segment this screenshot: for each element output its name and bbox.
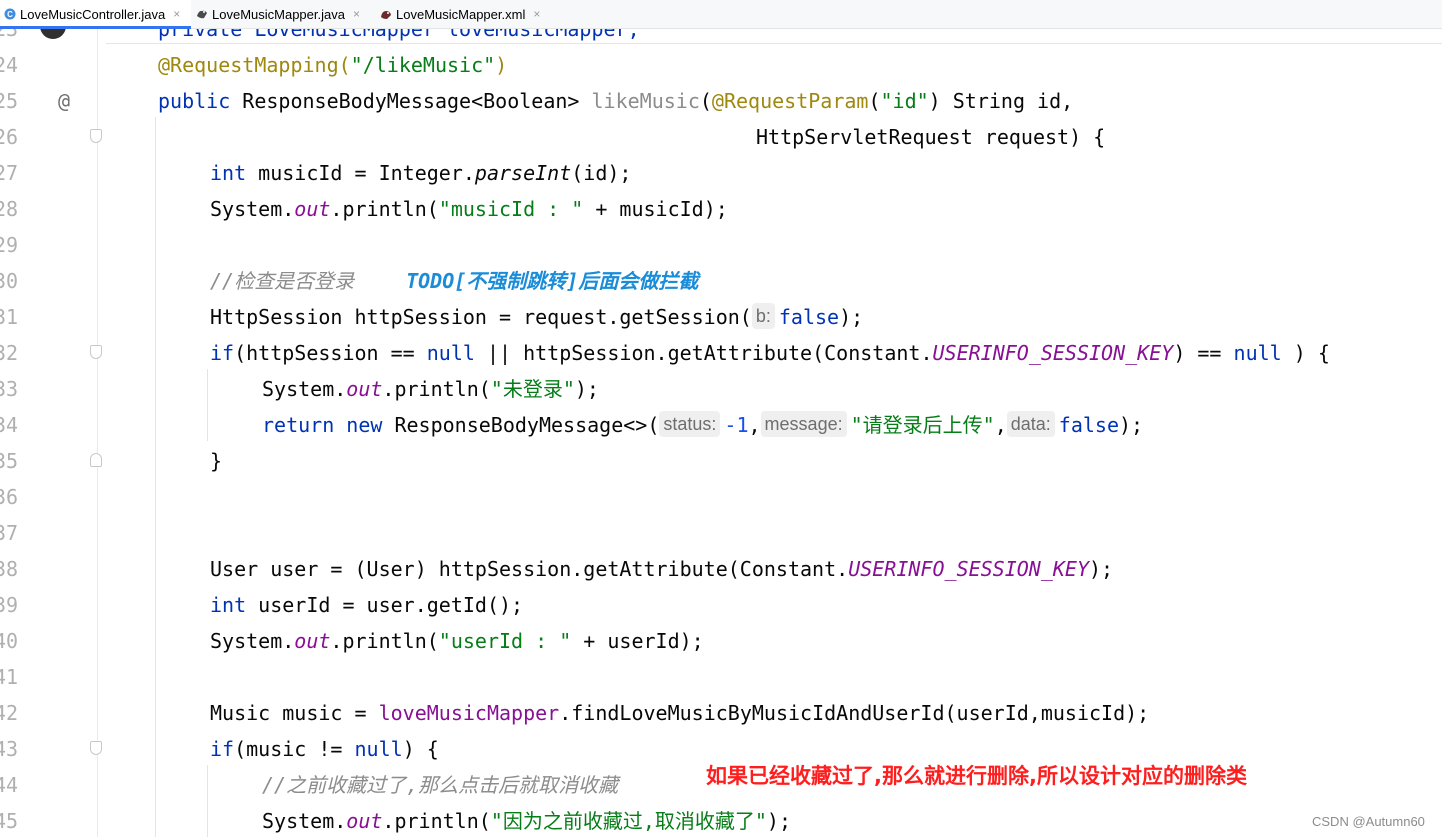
svg-text:C: C <box>7 10 13 19</box>
code-line: } <box>210 449 223 473</box>
fold-toggle-icon[interactable] <box>90 453 102 467</box>
parameter-hint: status: <box>659 411 721 437</box>
code-line: //之前收藏过了,那么点击后就取消收藏 <box>262 773 619 797</box>
code-line: Music music = loveMusicMapper.findLoveMu… <box>210 701 1150 725</box>
line-number: 45 <box>0 809 19 833</box>
watermark: CSDN @Autumn60 <box>1312 814 1425 829</box>
line-number: 41 <box>0 665 19 689</box>
code-line: private LoveMusicMapper loveMusicMapper; <box>158 29 640 41</box>
line-number: 35 <box>0 449 19 473</box>
tab-label: LoveMusicMapper.java <box>212 6 345 22</box>
fold-toggle-icon[interactable] <box>90 345 102 359</box>
code-line: System.out.println("userId : " + userId)… <box>210 629 704 653</box>
code-line: System.out.println("因为之前收藏过,取消收藏了"); <box>262 809 792 833</box>
line-number: 29 <box>0 233 19 257</box>
line-number: 27 <box>0 161 19 185</box>
parameter-hint: b: <box>751 303 775 329</box>
fold-toggle-icon[interactable] <box>90 741 102 755</box>
tab-love-music-controller[interactable]: C LoveMusicController.java × <box>0 0 191 29</box>
line-number: 39 <box>0 593 19 617</box>
interface-icon <box>196 8 208 20</box>
line-number: 26 <box>0 125 19 149</box>
line-number: 31 <box>0 305 19 329</box>
close-icon[interactable]: × <box>353 7 360 21</box>
line-number: 23 <box>0 29 19 41</box>
code-line: int userId = user.getId(); <box>210 593 524 617</box>
close-icon[interactable]: × <box>173 7 180 21</box>
line-number: 32 <box>0 341 19 365</box>
editor-tab-bar: C LoveMusicController.java × LoveMusicMa… <box>0 0 1442 29</box>
code-line: public ResponseBodyMessage<Boolean> like… <box>158 89 1074 113</box>
line-number: 25 <box>0 89 19 113</box>
line-number: 40 <box>0 629 19 653</box>
tab-love-music-mapper-xml[interactable]: LoveMusicMapper.xml × <box>376 0 555 28</box>
line-number: 34 <box>0 413 19 437</box>
code-line: if(httpSession == null || httpSession.ge… <box>210 341 1330 365</box>
code-line: HttpSession httpSession = request.getSes… <box>210 303 864 329</box>
close-icon[interactable]: × <box>533 7 540 21</box>
red-annotation-note: 如果已经收藏过了,那么就进行删除,所以设计对应的删除类 <box>706 764 1247 788</box>
code-line: System.out.println("未登录"); <box>262 377 599 401</box>
line-number: 42 <box>0 701 19 725</box>
code-line: System.out.println("musicId : " + musicI… <box>210 197 728 221</box>
tab-label: LoveMusicController.java <box>20 6 166 22</box>
annotation-gutter-marker[interactable]: @ <box>58 83 70 119</box>
line-number: 43 <box>0 737 19 761</box>
line-number: 44 <box>0 773 19 797</box>
line-number-gutter: 23 24 25 26 27 28 29 30 31 32 33 34 35 3… <box>0 29 98 837</box>
parameter-hint: message: <box>760 411 847 437</box>
code-line: int musicId = Integer.parseInt(id); <box>210 161 632 185</box>
code-line: return new ResponseBodyMessage<>(status:… <box>262 411 1144 437</box>
java-class-icon: C <box>4 8 16 20</box>
line-number: 33 <box>0 377 19 401</box>
code-line: @RequestMapping("/likeMusic") <box>158 53 508 77</box>
code-line: if(music != null) { <box>210 737 439 761</box>
tab-love-music-mapper-java[interactable]: LoveMusicMapper.java × <box>192 0 374 28</box>
line-number: 36 <box>0 485 19 509</box>
line-number: 38 <box>0 557 19 581</box>
line-number: 28 <box>0 197 19 221</box>
line-number: 24 <box>0 53 19 77</box>
line-number: 37 <box>0 521 19 545</box>
tab-label: LoveMusicMapper.xml <box>396 6 526 22</box>
code-line: HttpServletRequest request) { <box>756 125 1106 149</box>
code-editor[interactable]: 23 24 25 26 27 28 29 30 31 32 33 34 35 3… <box>0 29 1442 837</box>
line-number: 30 <box>0 269 19 293</box>
parameter-hint: data: <box>1006 411 1055 437</box>
xml-mybatis-icon <box>380 8 392 20</box>
fold-toggle-icon[interactable] <box>90 129 102 143</box>
code-line: User user = (User) httpSession.getAttrib… <box>210 557 1114 581</box>
code-line: //检查是否登录 TODO[不强制跳转]后面会做拦截 <box>210 269 699 293</box>
avatar <box>40 29 66 39</box>
todo-comment: TODO[不强制跳转]后面会做拦截 <box>406 269 699 293</box>
